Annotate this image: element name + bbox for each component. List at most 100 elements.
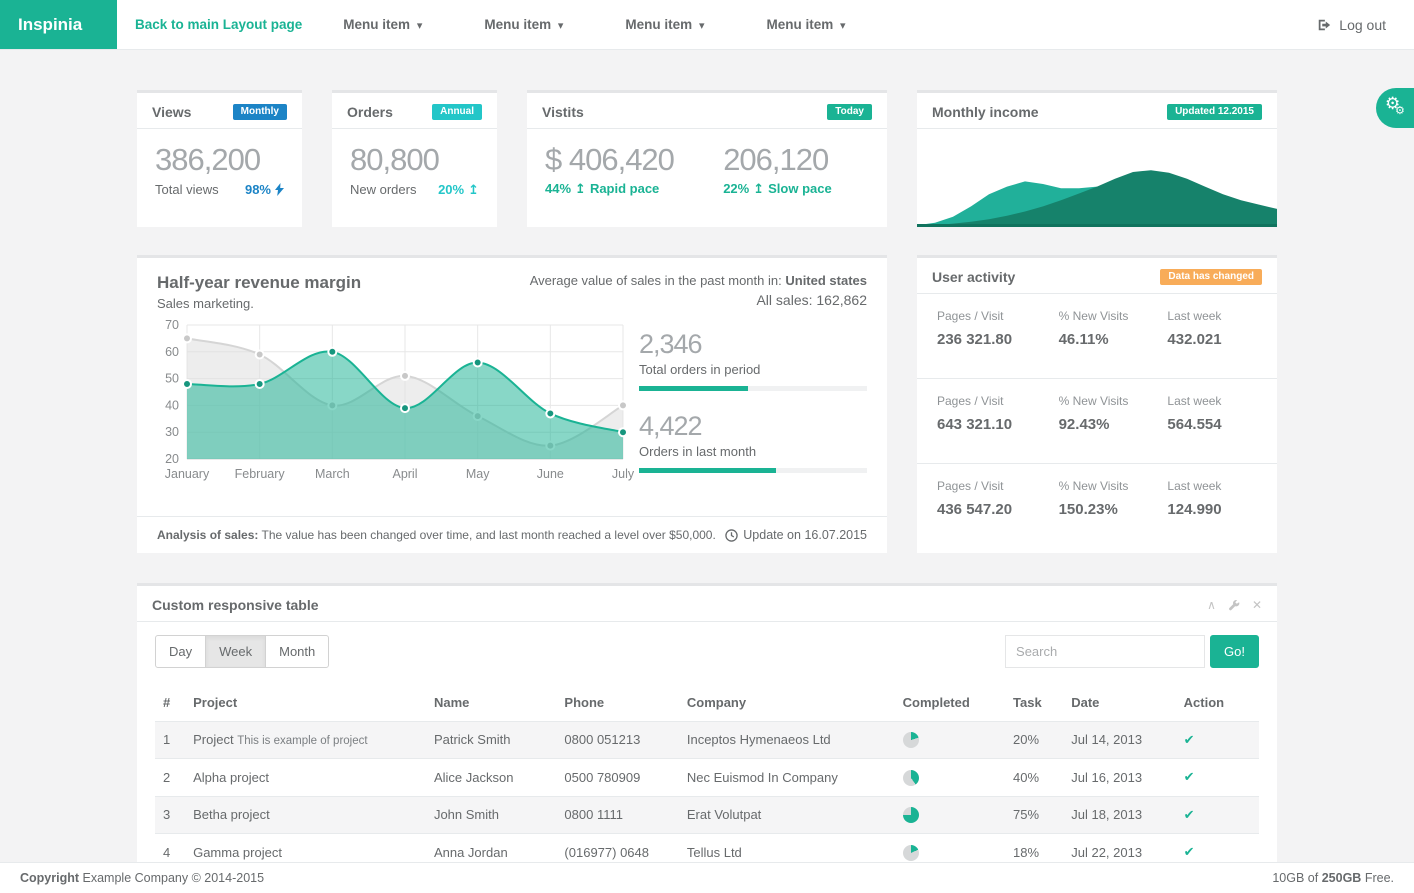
level-up-icon: ↥ (468, 182, 479, 198)
close-icon[interactable]: ✕ (1252, 598, 1262, 612)
visits-left-metric: 44% (545, 181, 571, 196)
svg-text:January: January (165, 467, 210, 481)
views-metric: 98% (245, 182, 271, 197)
caret-down-icon: ▾ (840, 20, 846, 32)
views-card: Views Monthly 386,200 Total views 98% (137, 90, 302, 227)
visits-left-value: $ 406,420 (545, 142, 723, 178)
check-icon[interactable]: ✔ (1184, 844, 1195, 859)
orders-month-label: Orders in last month (639, 444, 867, 459)
caret-down-icon: ▾ (558, 20, 564, 32)
search-go-button[interactable]: Go! (1210, 635, 1259, 668)
svg-text:March: March (315, 467, 350, 481)
svg-text:70: 70 (165, 318, 179, 332)
visits-right-value: 206,120 (723, 142, 869, 178)
table-header-row: # Project Name Phone Company Completed T… (155, 684, 1259, 721)
orders-badge: Annual (432, 104, 482, 120)
income-card-title: Monthly income (932, 104, 1039, 120)
views-label: Total views (155, 182, 219, 197)
level-up-icon: ↥ (575, 181, 586, 197)
completed-pie (903, 770, 919, 786)
completed-pie (903, 845, 919, 861)
responsive-table-panel: Custom responsive table ∧ ✕ Day Week Mon… (137, 583, 1277, 884)
nav-links: Back to main Layout page Menu item ▾ Men… (117, 0, 867, 49)
filter-month-button[interactable]: Month (265, 635, 329, 668)
collapse-icon[interactable]: ∧ (1207, 598, 1216, 612)
activity-row: Pages / Visit236 321.80 % New Visits46.1… (917, 294, 1277, 379)
revenue-chart: 203040506070JanuaryFebruaryMarchAprilMay… (157, 317, 629, 516)
views-value: 386,200 (155, 142, 284, 178)
all-sales-value: All sales: 162,862 (530, 292, 867, 308)
svg-text:July: July (612, 467, 635, 481)
theme-settings-button[interactable]: ⚙ ⚙ (1376, 88, 1414, 128)
level-up-icon: ↥ (753, 181, 764, 197)
orders-metric: 20% (438, 182, 464, 197)
menu-item-2[interactable]: Menu item ▾ (463, 17, 584, 32)
clock-icon (725, 529, 738, 542)
orders-period-value: 2,346 (639, 329, 867, 360)
menu-item-4[interactable]: Menu item ▾ (745, 17, 866, 32)
menu-item-1[interactable]: Menu item ▾ (322, 17, 443, 32)
visits-card-title: Vistits (542, 104, 584, 120)
table-panel-title: Custom responsive table (152, 597, 319, 613)
svg-text:June: June (537, 467, 564, 481)
bolt-icon (275, 183, 284, 196)
logout-button[interactable]: Log out (1317, 0, 1386, 49)
brand-logo[interactable]: Inspinia (0, 0, 117, 49)
visits-card: Vistits Today $ 406,420 44% ↥ Rapid pace 2… (527, 90, 887, 227)
period-filter-group: Day Week Month (155, 635, 329, 668)
orders-month-progress (639, 468, 867, 473)
orders-card: Orders Annual 80,800 New orders 20% ↥ (332, 90, 497, 227)
top-navbar: Inspinia Back to main Layout page Menu i… (0, 0, 1414, 50)
back-to-layout-link[interactable]: Back to main Layout page (135, 17, 302, 32)
revenue-title: Half-year revenue margin (157, 273, 361, 293)
visits-right-label: Slow pace (768, 181, 832, 196)
svg-text:60: 60 (165, 345, 179, 359)
data-changed-badge: Data has changed (1160, 269, 1262, 285)
user-activity-title: User activity (932, 269, 1015, 285)
activity-row: Pages / Visit436 547.20 % New Visits150.… (917, 464, 1277, 549)
user-activity-panel: User activity Data has changed Pages / V… (917, 255, 1277, 553)
footer-copyright-bold: Copyright (20, 871, 79, 885)
visits-left-label: Rapid pace (590, 181, 659, 196)
orders-period-progress (639, 386, 867, 391)
caret-down-icon: ▾ (417, 20, 423, 32)
footer-copyright-text: Example Company © 2014-2015 (83, 871, 265, 885)
svg-text:30: 30 (165, 425, 179, 439)
check-icon[interactable]: ✔ (1184, 769, 1195, 784)
filter-day-button[interactable]: Day (155, 635, 206, 668)
analysis-title: Analysis of sales: (157, 528, 258, 542)
orders-period-label: Total orders in period (639, 362, 867, 377)
activity-row: Pages / Visit643 321.10 % New Visits92.4… (917, 379, 1277, 464)
page-footer: Copyright Example Company © 2014-2015 10… (0, 862, 1414, 893)
svg-text:February: February (235, 467, 286, 481)
orders-value: 80,800 (350, 142, 479, 178)
analysis-text: The value has been changed over time, an… (262, 528, 716, 542)
svg-text:April: April (392, 467, 417, 481)
svg-text:May: May (466, 467, 490, 481)
update-date: Update on 16.07.2015 (743, 528, 867, 542)
check-icon[interactable]: ✔ (1184, 807, 1195, 822)
page-wrapper: Views Monthly 386,200 Total views 98% Or… (0, 50, 1414, 884)
table-row: 2 Alpha project Alice Jackson 0500 78090… (155, 759, 1259, 797)
menu-item-3[interactable]: Menu item ▾ (604, 17, 725, 32)
views-card-title: Views (152, 104, 191, 120)
avg-sales-country: United states (785, 273, 867, 288)
search-input[interactable] (1005, 635, 1205, 668)
avg-sales-label: Average value of sales in the past month… (530, 273, 782, 288)
orders-card-title: Orders (347, 104, 393, 120)
filter-week-button[interactable]: Week (205, 635, 266, 668)
svg-text:50: 50 (165, 372, 179, 386)
projects-table: # Project Name Phone Company Completed T… (155, 684, 1259, 871)
check-icon[interactable]: ✔ (1184, 732, 1195, 747)
table-row: 3 Betha project John Smith 0800 1111 Era… (155, 796, 1259, 834)
orders-label: New orders (350, 182, 416, 197)
caret-down-icon: ▾ (699, 20, 705, 32)
visits-badge: Today (827, 104, 872, 120)
footer-storage-bold: 250GB (1322, 871, 1362, 885)
sign-out-icon (1317, 18, 1331, 32)
monthly-income-chart (917, 129, 1277, 227)
visits-right-metric: 22% (723, 181, 749, 196)
gear-icon: ⚙ (1395, 104, 1405, 117)
monthly-income-card: Monthly income Updated 12.2015 (917, 90, 1277, 227)
wrench-icon[interactable] (1228, 599, 1240, 611)
